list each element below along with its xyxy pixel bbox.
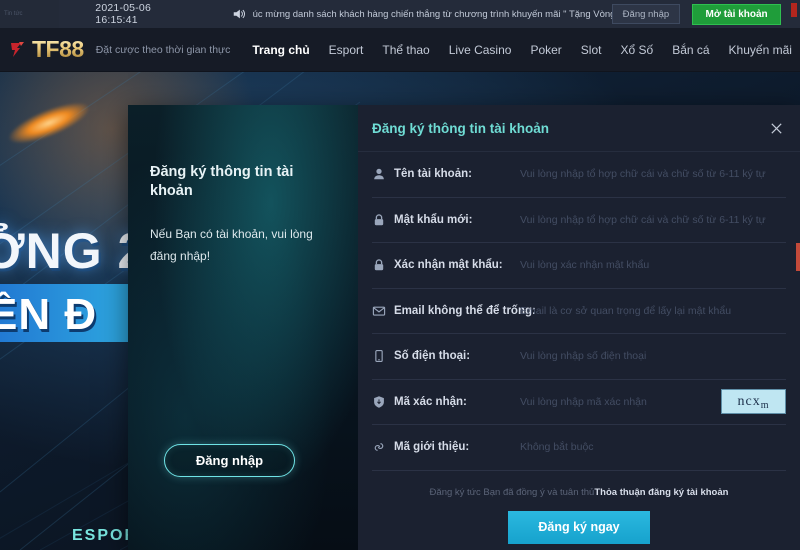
terms-notice: Đăng ký tức Bạn đã đồng ý và tuân thủThỏ…: [358, 487, 800, 498]
nav-item-slot[interactable]: Slot: [581, 43, 602, 57]
nav-tagline: Đặt cược theo thời gian thực: [96, 44, 231, 56]
user-icon: [372, 165, 394, 183]
modal-left-title: Đăng ký thông tin tài khoản: [150, 163, 336, 201]
label-email: Email không thể để trống:: [394, 305, 520, 317]
input-username[interactable]: [520, 168, 786, 180]
nav-item-xo-so[interactable]: Xổ Số: [620, 43, 653, 57]
speaker-icon: [232, 7, 246, 21]
registration-form: Tên tài khoản: Mật khẩu mới:: [358, 152, 800, 471]
modal-left-description: Nếu Bạn có tài khoản, vui lòng đăng nhập…: [150, 223, 336, 267]
announcement-marquee: úc mừng danh sách khách hàng chiến thắng…: [253, 9, 612, 20]
terms-prefix: Đăng ký tức Bạn đã đồng ý và tuân thủ: [430, 487, 595, 498]
modal-header: Đăng ký thông tin tài khoản: [358, 105, 800, 152]
link-icon: [372, 438, 394, 456]
page-root: Tin tức 2021-05-06 16:15:41 úc mừng danh…: [0, 0, 800, 550]
submit-register-button[interactable]: Đăng ký ngay: [508, 511, 650, 544]
label-confirm-password: Xác nhận mật khẩu:: [394, 259, 520, 271]
tf88-logo-icon: [8, 39, 30, 61]
envelope-icon: [372, 302, 394, 320]
main-navigation: TF88 Đặt cược theo thời gian thực Trang …: [0, 28, 800, 72]
form-row-referral: Mã giới thiệu:: [372, 425, 786, 471]
modal-right-panel: Đăng ký thông tin tài khoản: [358, 105, 800, 550]
lock-icon: [372, 256, 394, 274]
close-icon[interactable]: [766, 118, 786, 138]
modal-title: Đăng ký thông tin tài khoản: [372, 121, 549, 136]
input-captcha[interactable]: [520, 396, 715, 408]
input-email[interactable]: [520, 305, 786, 317]
label-referral: Mã giới thiệu:: [394, 441, 520, 453]
modal-login-button[interactable]: Đăng nhập: [164, 444, 295, 477]
input-referral[interactable]: [520, 441, 786, 453]
server-datetime: 2021-05-06 16:15:41: [95, 2, 185, 26]
form-row-captcha: Mã xác nhận: ncxm: [372, 380, 786, 426]
topbar-register-button[interactable]: Mở tài khoản: [692, 4, 781, 25]
banner-subtitle: ỀN Đ: [0, 290, 97, 340]
form-row-password: Mật khẩu mới:: [372, 198, 786, 244]
captcha-image[interactable]: ncxm: [721, 389, 786, 414]
nav-item-the-thao[interactable]: Thể thao: [382, 43, 429, 57]
form-row-username: Tên tài khoản:: [372, 152, 786, 198]
nav-item-trang-chu[interactable]: Trang chủ: [252, 43, 309, 57]
nav-item-khuyen-mai[interactable]: Khuyến mãi: [729, 43, 792, 57]
nav-item-ban-ca[interactable]: Bắn cá: [672, 43, 709, 57]
label-username: Tên tài khoản:: [394, 168, 520, 180]
form-row-phone: Số điện thoại:: [372, 334, 786, 380]
form-row-confirm-password: Xác nhận mật khẩu:: [372, 243, 786, 289]
captcha-text-tail: m: [761, 400, 770, 413]
nav-item-esport[interactable]: Esport: [329, 43, 364, 57]
input-password[interactable]: [520, 214, 786, 226]
label-phone: Số điện thoại:: [394, 350, 520, 362]
captcha-text: ncx: [738, 394, 761, 410]
topbar-right-stub: [789, 0, 800, 28]
registration-modal: Đăng ký thông tin tài khoản Nếu Bạn có t…: [128, 105, 800, 550]
input-phone[interactable]: [520, 350, 786, 362]
phone-icon: [372, 347, 394, 365]
topbar-login-button[interactable]: Đăng nhập: [612, 4, 680, 24]
nav-item-live-casino[interactable]: Live Casino: [449, 43, 512, 57]
topbar-left-stub: Tin tức: [0, 0, 59, 28]
scrollbar-thumb[interactable]: [796, 243, 800, 271]
shield-icon: [372, 393, 394, 411]
form-row-email: Email không thể để trống:: [372, 289, 786, 335]
banner-title: ỞNG 2: [0, 222, 146, 280]
nav-links: Trang chủ Esport Thể thao Live Casino Po…: [252, 43, 800, 57]
brand-logo[interactable]: TF88: [0, 28, 84, 72]
brand-name: TF88: [32, 36, 84, 63]
input-confirm-password[interactable]: [520, 259, 786, 271]
nav-item-poker[interactable]: Poker: [530, 43, 561, 57]
terms-link[interactable]: Thỏa thuận đăng ký tài khoản: [594, 487, 728, 498]
label-captcha: Mã xác nhận:: [394, 396, 520, 408]
top-utility-bar: Tin tức 2021-05-06 16:15:41 úc mừng danh…: [0, 0, 800, 28]
label-password: Mật khẩu mới:: [394, 214, 520, 226]
modal-left-panel: Đăng ký thông tin tài khoản Nếu Bạn có t…: [128, 105, 358, 550]
lock-icon: [372, 211, 394, 229]
